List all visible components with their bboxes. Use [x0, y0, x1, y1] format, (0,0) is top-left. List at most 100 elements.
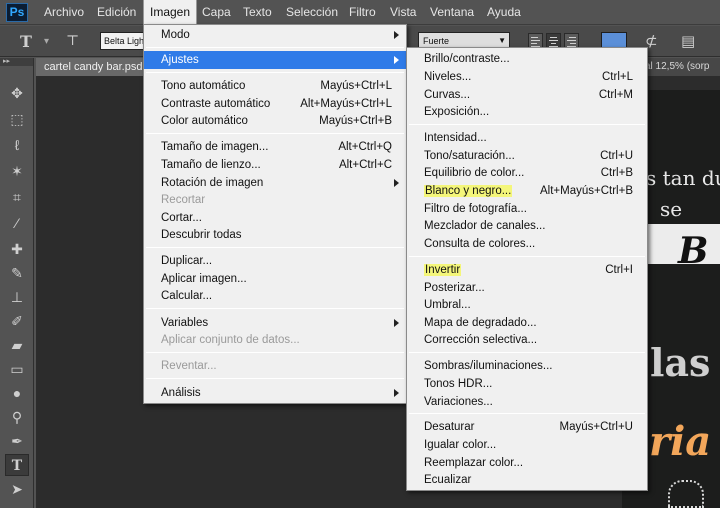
menu-separator [146, 352, 404, 353]
menu-item-variaciones[interactable]: Variaciones... [407, 393, 647, 411]
menu-separator [409, 256, 645, 257]
move-tool-icon[interactable]: ✥ [5, 82, 29, 104]
menu-item-tono-automatico[interactable]: Tono automático Mayús+Ctrl+L [144, 77, 406, 95]
eyedropper-tool-icon[interactable]: ⁄ [5, 212, 29, 234]
menu-item-duplicar[interactable]: Duplicar... [144, 252, 406, 270]
menu-item-invertir[interactable]: Invertir Ctrl+I [407, 261, 647, 279]
blur-tool-icon[interactable]: ● [5, 382, 29, 404]
menu-imagen[interactable]: Imagen [143, 0, 198, 25]
menu-item-cortar[interactable]: Cortar... [144, 209, 406, 227]
menu-item-mezclador-canales[interactable]: Mezclador de canales... [407, 217, 647, 235]
menu-item-equilibrio-color[interactable]: Equilibrio de color... Ctrl+B [407, 164, 647, 182]
menu-item-tamano-lienzo[interactable]: Tamaño de lienzo... Alt+Ctrl+C [144, 156, 406, 174]
menu-item-ajustes[interactable]: Ajustes [144, 51, 406, 69]
tools-panel: ▸▸ ✥ ⬚ ℓ ✶ ⌗ ⁄ ✚ ✎ ⊥ ✐ ▰ ▭ ● ⚲ ✒ T ➤ [0, 58, 34, 508]
crop-tool-icon[interactable]: ⌗ [5, 186, 29, 208]
menu-separator [146, 378, 404, 379]
menu-item-sombras-iluminaciones[interactable]: Sombras/iluminaciones... [407, 357, 647, 375]
submenu-arrow-icon [394, 31, 399, 39]
dodge-tool-icon[interactable]: ⚲ [5, 406, 29, 428]
art-text-line2: se [660, 197, 683, 221]
type-tool-icon[interactable]: T [5, 454, 29, 476]
font-family-select[interactable]: Belta Light [100, 32, 146, 50]
menu-item-reemplazar-color[interactable]: Reemplazar color... [407, 454, 647, 472]
lasso-tool-icon[interactable]: ℓ [5, 134, 29, 156]
menu-item-calcular[interactable]: Calcular... [144, 287, 406, 305]
menu-archivo[interactable]: Archivo [38, 0, 90, 25]
history-brush-tool-icon[interactable]: ✐ [5, 310, 29, 332]
menu-item-tonos-hdr[interactable]: Tonos HDR... [407, 375, 647, 393]
art-text-line1: s tan dul [646, 166, 720, 190]
menu-separator [146, 308, 404, 309]
submenu-arrow-icon [394, 389, 399, 397]
menu-item-brillo-contraste[interactable]: Brillo/contraste... [407, 50, 647, 68]
menu-separator [146, 72, 404, 73]
adjustments-submenu: Brillo/contraste... Niveles... Ctrl+L Cur… [406, 47, 648, 491]
menu-item-tono-saturacion[interactable]: Tono/saturación... Ctrl+U [407, 147, 647, 165]
menu-item-mapa-degradado[interactable]: Mapa de degradado... [407, 314, 647, 332]
gradient-tool-icon[interactable]: ▭ [5, 358, 29, 380]
menu-item-rotacion-imagen[interactable]: Rotación de imagen [144, 174, 406, 192]
menu-item-aplicar-conjunto-datos[interactable]: Aplicar conjunto de datos... [144, 331, 406, 349]
path-selection-tool-icon[interactable]: ➤ [5, 478, 29, 500]
menu-separator [146, 133, 404, 134]
art-text-line4: ria [649, 418, 712, 465]
text-orientation-icon[interactable]: ⊤ [66, 26, 79, 57]
menu-filtro[interactable]: Filtro [343, 0, 382, 25]
stamp-tool-icon[interactable]: ⊥ [5, 286, 29, 308]
brush-tool-icon[interactable]: ✎ [5, 262, 29, 284]
menu-item-umbral[interactable]: Umbral... [407, 296, 647, 314]
menu-item-analisis[interactable]: Análisis [144, 384, 406, 402]
menu-separator [409, 124, 645, 125]
submenu-arrow-icon [394, 319, 399, 327]
menu-item-contraste-automatico[interactable]: Contraste automático Alt+Mayús+Ctrl+L [144, 95, 406, 113]
menu-ventana[interactable]: Ventana [424, 0, 480, 25]
document-tab[interactable]: cartel candy bar.psd [36, 58, 146, 76]
tools-panel-header: ▸▸ [0, 58, 33, 66]
menu-item-ecualizar[interactable]: Ecualizar [407, 471, 647, 489]
menu-item-aplicar-imagen[interactable]: Aplicar imagen... [144, 270, 406, 288]
menu-item-recortar[interactable]: Recortar [144, 191, 406, 209]
art-ribbon-letter: B [678, 230, 709, 272]
menu-item-blanco-negro[interactable]: Blanco y negro... Alt+Mayús+Ctrl+B [407, 182, 647, 200]
menu-item-variables[interactable]: Variables [144, 314, 406, 332]
type-tool-preset-icon[interactable]: T [20, 26, 32, 57]
art-text-line3: las [650, 340, 711, 385]
menu-texto[interactable]: Texto [237, 0, 278, 25]
eraser-tool-icon[interactable]: ▰ [5, 334, 29, 356]
art-decoration [668, 480, 704, 508]
preset-dropdown-icon[interactable]: ▾ [44, 26, 49, 57]
menu-item-exposicion[interactable]: Exposición... [407, 103, 647, 121]
pen-tool-icon[interactable]: ✒ [5, 430, 29, 452]
menu-vista[interactable]: Vista [384, 0, 422, 25]
menu-item-niveles[interactable]: Niveles... Ctrl+L [407, 68, 647, 86]
antialias-value: Fuerte [423, 36, 450, 46]
menu-separator [409, 352, 645, 353]
menu-item-descubrir-todas[interactable]: Descubrir todas [144, 226, 406, 244]
marquee-tool-icon[interactable]: ⬚ [5, 108, 29, 130]
character-panel-icon[interactable]: ▤ [681, 26, 695, 57]
menu-edicion[interactable]: Edición [91, 0, 142, 25]
menu-capa[interactable]: Capa [196, 0, 237, 25]
document-tab-zoom[interactable]: al 12,5% (sorp [640, 58, 720, 76]
menu-ayuda[interactable]: Ayuda [481, 0, 527, 25]
menu-item-desaturar[interactable]: Desaturar Mayús+Ctrl+U [407, 418, 647, 436]
photoshop-logo: Ps [6, 3, 28, 22]
magic-wand-tool-icon[interactable]: ✶ [5, 160, 29, 182]
menu-item-curvas[interactable]: Curvas... Ctrl+M [407, 86, 647, 104]
menu-item-tamano-imagen[interactable]: Tamaño de imagen... Alt+Ctrl+Q [144, 138, 406, 156]
menu-item-posterizar[interactable]: Posterizar... [407, 279, 647, 297]
menu-item-intensidad[interactable]: Intensidad... [407, 129, 647, 147]
menu-item-reventar[interactable]: Reventar... [144, 357, 406, 375]
menu-item-color-automatico[interactable]: Color automático Mayús+Ctrl+B [144, 112, 406, 130]
menu-bar: Ps Archivo Edición Imagen Capa Texto Sel… [0, 0, 720, 25]
menu-item-consulta-colores[interactable]: Consulta de colores... [407, 235, 647, 253]
image-menu: Modo Ajustes Tono automático Mayús+Ctrl+L… [143, 24, 407, 404]
menu-item-filtro-fotografia[interactable]: Filtro de fotografía... [407, 200, 647, 218]
menu-item-igualar-color[interactable]: Igualar color... [407, 436, 647, 454]
menu-item-modo[interactable]: Modo [144, 26, 406, 44]
menu-item-correccion-selectiva[interactable]: Corrección selectiva... [407, 331, 647, 349]
menu-separator [409, 413, 645, 414]
menu-seleccion[interactable]: Selección [280, 0, 344, 25]
healing-brush-tool-icon[interactable]: ✚ [5, 238, 29, 260]
